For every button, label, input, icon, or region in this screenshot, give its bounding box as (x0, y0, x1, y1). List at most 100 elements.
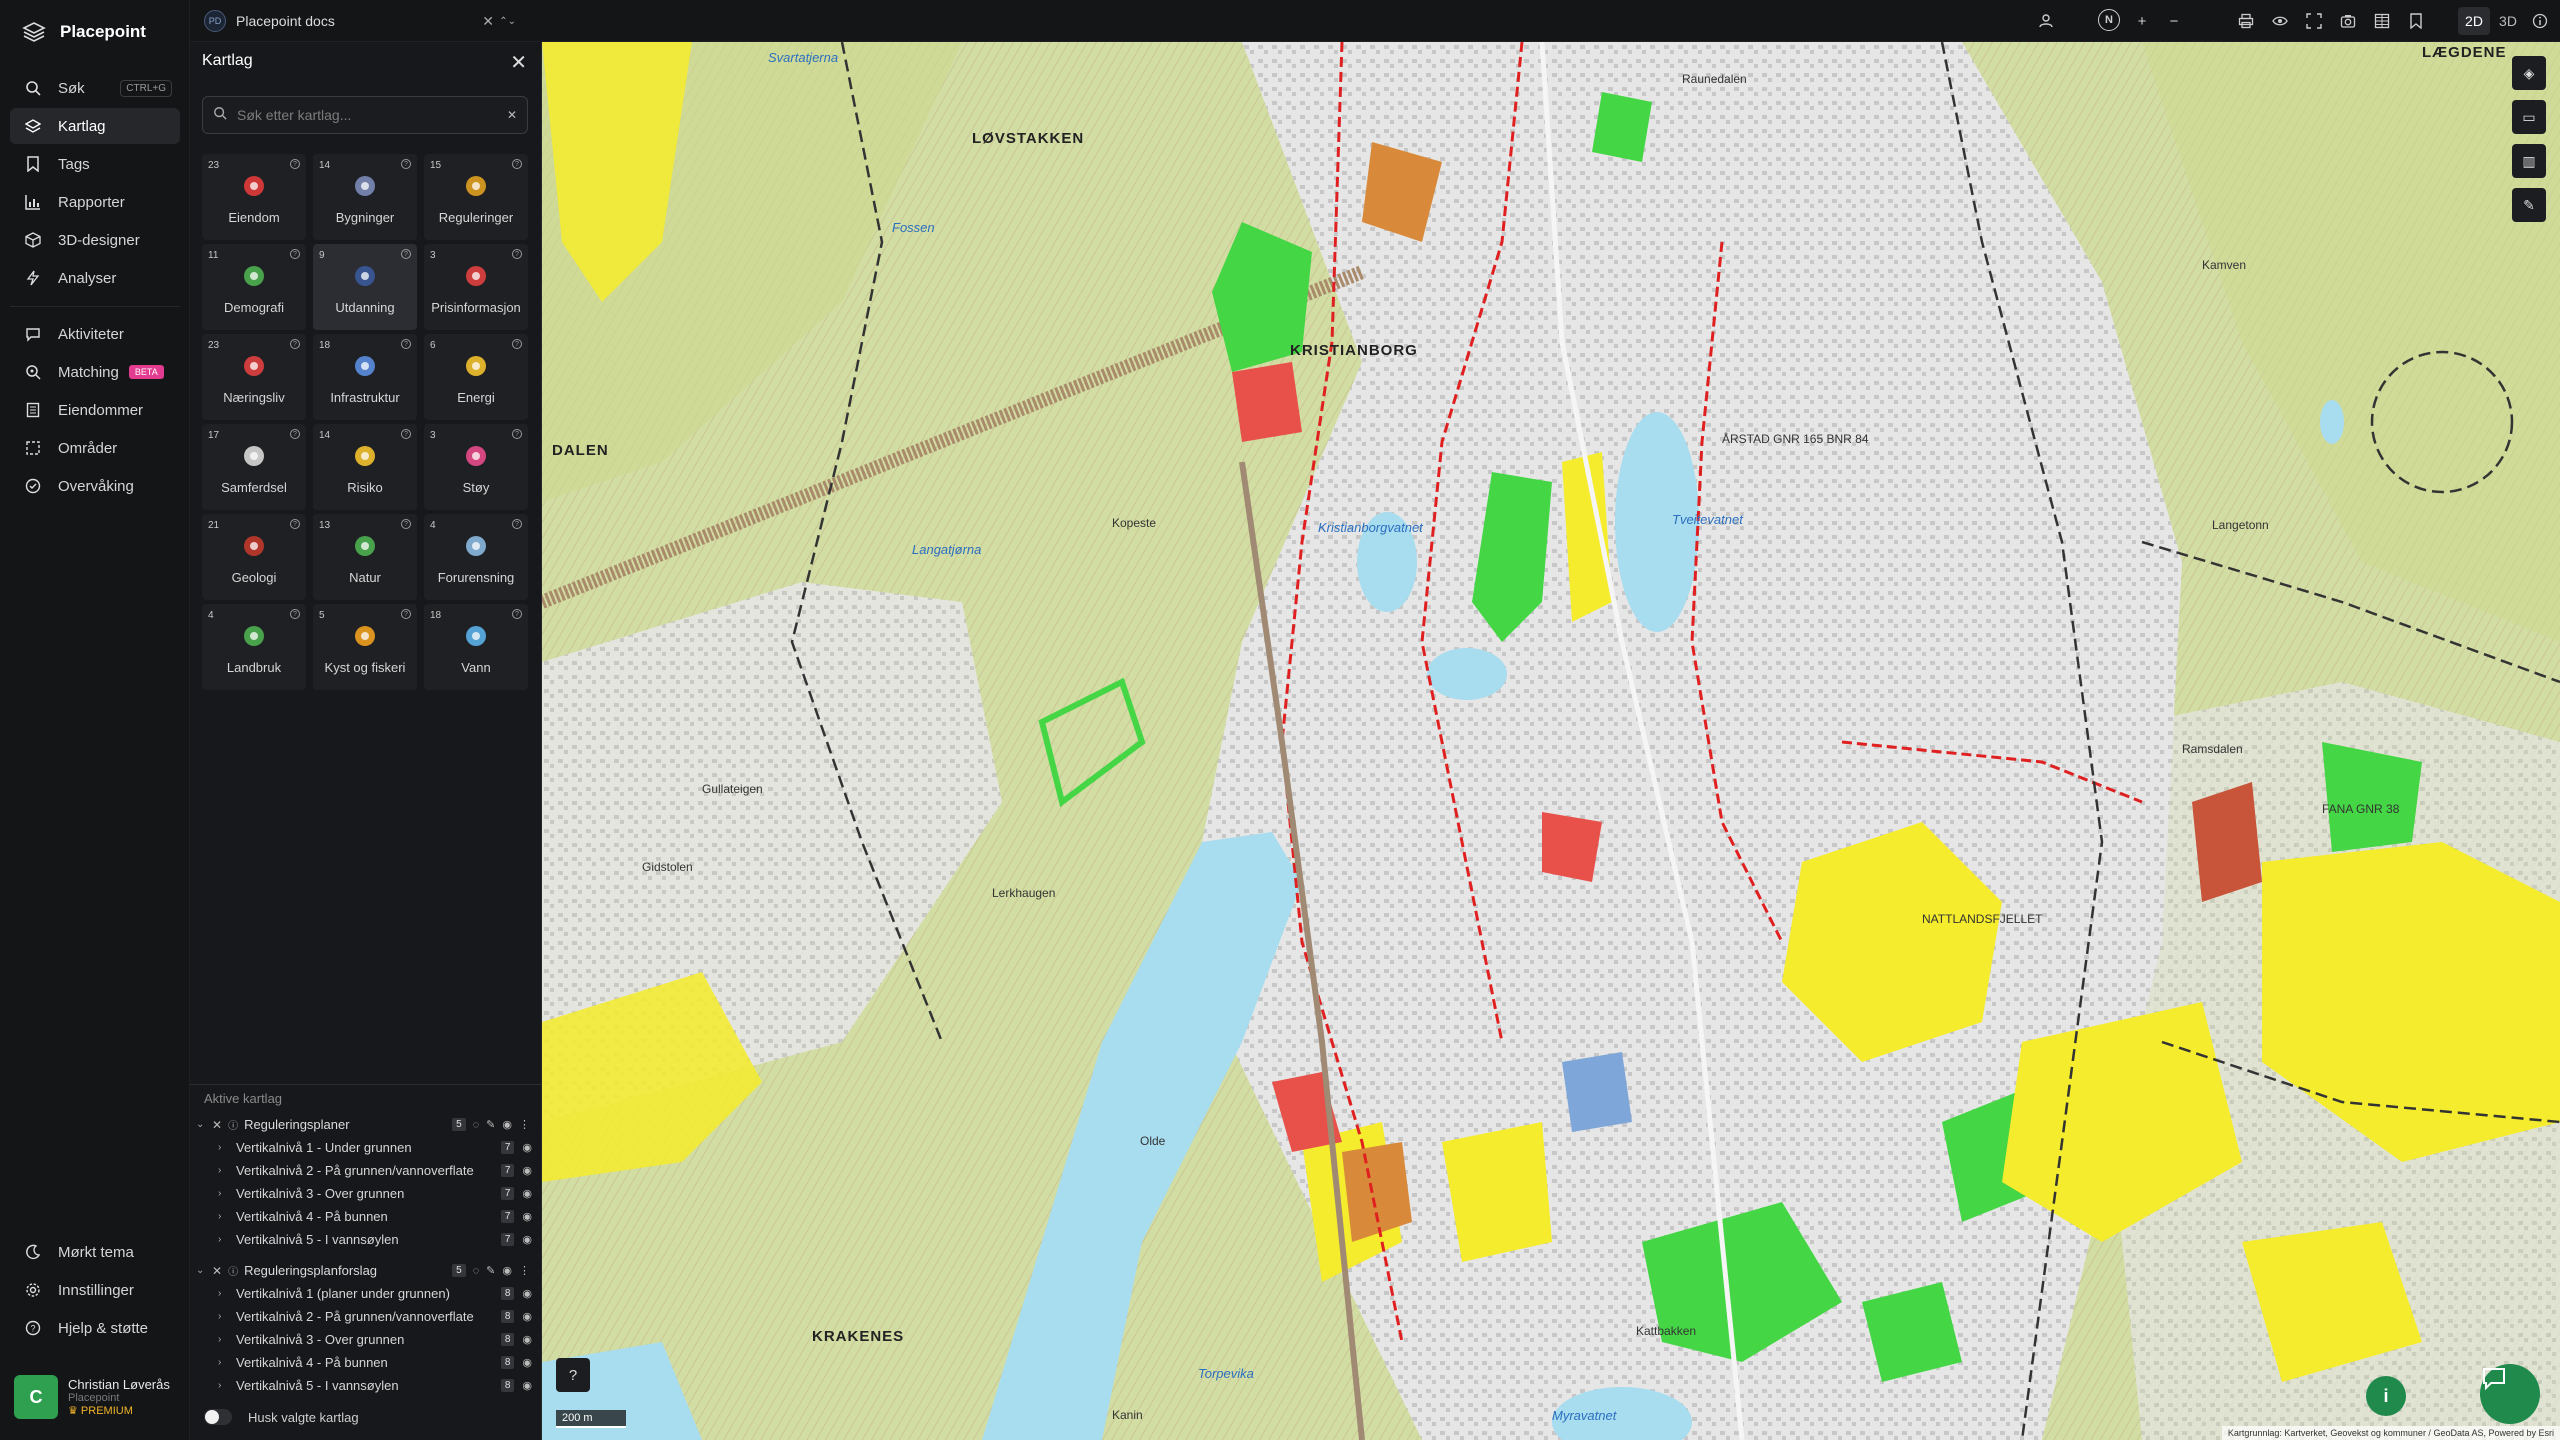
layer-row[interactable]: › Vertikalnivå 4 - På bunnen 7 ◉ (190, 1205, 542, 1228)
info-icon[interactable]: ? (401, 339, 411, 349)
info-icon[interactable]: ? (512, 159, 522, 169)
info-icon[interactable] (2528, 9, 2552, 33)
category-tile-samferdsel[interactable]: 17? Samferdsel (202, 424, 306, 510)
mode-3d-button[interactable]: 3D (2492, 7, 2524, 35)
nav-item-help[interactable]: ? Hjelp & støtte (10, 1310, 180, 1346)
grid-icon[interactable] (2370, 9, 2394, 33)
category-tile-risiko[interactable]: 14? Risiko (313, 424, 417, 510)
category-tile-reguleringer[interactable]: 15? Reguleringer (424, 154, 528, 240)
info-icon[interactable]: ⓘ (228, 1263, 238, 1278)
nav-item-3d-designer[interactable]: 3D-designer (10, 222, 180, 258)
eye-icon[interactable]: ◉ (522, 1164, 532, 1177)
category-tile-vann[interactable]: 18? Vann (424, 604, 528, 690)
remember-toggle[interactable] (204, 1409, 232, 1425)
info-button[interactable]: i (2366, 1376, 2406, 1416)
info-icon[interactable]: ? (290, 519, 300, 529)
category-tile-landbruk[interactable]: 4? Landbruk (202, 604, 306, 690)
chevron-updown-icon[interactable]: ⌃⌄ (499, 16, 516, 27)
more-icon[interactable]: ⋮ (519, 1118, 530, 1131)
category-tile-prisinformasjon[interactable]: 3? Prisinformasjon (424, 244, 528, 330)
legend-icon[interactable]: ? (556, 1358, 590, 1392)
chevron-right-icon[interactable]: › (218, 1211, 228, 1222)
zone-red[interactable] (1542, 812, 1602, 882)
nav-item-eiendommer[interactable]: Eiendommer (10, 392, 180, 428)
info-icon[interactable]: ? (512, 249, 522, 259)
category-tile-næringsliv[interactable]: 23? Næringsliv (202, 334, 306, 420)
layer-row[interactable]: › Vertikalnivå 3 - Over grunnen 7 ◉ (190, 1182, 542, 1205)
layers-toggle-icon[interactable]: ◈ (2512, 56, 2546, 90)
eye-icon[interactable]: ◉ (502, 1118, 512, 1131)
layer-row[interactable]: › Vertikalnivå 1 (planer under grunnen) 8 ◉ (190, 1282, 542, 1305)
filter-icon[interactable]: ◌ (473, 1265, 480, 1277)
info-icon[interactable]: ? (401, 519, 411, 529)
zone-blue[interactable] (1562, 1052, 1632, 1132)
info-icon[interactable]: ? (512, 429, 522, 439)
layer-row[interactable]: › Vertikalnivå 2 - På grunnen/vannoverfla… (190, 1159, 542, 1182)
info-icon[interactable]: ? (290, 339, 300, 349)
layer-row[interactable]: › Vertikalnivå 4 - På bunnen 8 ◉ (190, 1351, 542, 1374)
category-tile-natur[interactable]: 13? Natur (313, 514, 417, 600)
chevron-right-icon[interactable]: › (218, 1380, 228, 1391)
layer-row[interactable]: › Vertikalnivå 3 - Over grunnen 8 ◉ (190, 1328, 542, 1351)
map-view[interactable]: LØVSTAKKEN KRISTIANBORG DALEN KRAKENES L… (542, 42, 2560, 1440)
info-icon[interactable]: ? (401, 159, 411, 169)
category-tile-utdanning[interactable]: 9? Utdanning (313, 244, 417, 330)
eye-icon[interactable]: ◉ (522, 1379, 532, 1392)
edit-icon[interactable]: ✎ (486, 1264, 495, 1277)
chevron-right-icon[interactable]: › (218, 1188, 228, 1199)
chart-icon[interactable]: ▥ (2512, 144, 2546, 178)
clear-search-icon[interactable]: ✕ (507, 108, 517, 122)
print-icon[interactable] (2234, 9, 2258, 33)
nav-item-sok[interactable]: Søk CTRL+G (10, 70, 180, 106)
zone-green[interactable] (1592, 92, 1652, 162)
info-icon[interactable]: ? (290, 159, 300, 169)
fullscreen-icon[interactable] (2302, 9, 2326, 33)
nav-item-kartlag[interactable]: Kartlag (10, 108, 180, 144)
nav-item-overvaking[interactable]: Overvåking (10, 468, 180, 504)
info-icon[interactable]: ? (290, 609, 300, 619)
draw-icon[interactable]: ✎ (2512, 188, 2546, 222)
chevron-right-icon[interactable]: › (218, 1357, 228, 1368)
chevron-right-icon[interactable]: › (218, 1334, 228, 1345)
info-icon[interactable]: ⓘ (228, 1117, 238, 1132)
zone-yellow[interactable] (1442, 1122, 1552, 1262)
nav-item-rapporter[interactable]: Rapporter (10, 184, 180, 220)
nav-item-aktiviteter[interactable]: Aktiviteter (10, 316, 180, 352)
remember-layers[interactable]: Husk valgte kartlag (204, 1409, 359, 1425)
eye-icon[interactable]: ◉ (522, 1141, 532, 1154)
category-tile-geologi[interactable]: 21? Geologi (202, 514, 306, 600)
category-tile-demografi[interactable]: 11? Demografi (202, 244, 306, 330)
chevron-right-icon[interactable]: › (218, 1288, 228, 1299)
category-tile-eiendom[interactable]: 23? Eiendom (202, 154, 306, 240)
eye-icon[interactable] (2268, 9, 2292, 33)
info-icon[interactable]: ? (290, 249, 300, 259)
zoom-out-icon[interactable]: − (2162, 9, 2186, 33)
chevron-right-icon[interactable]: › (218, 1234, 228, 1245)
mode-2d-button[interactable]: 2D (2458, 7, 2490, 35)
nav-item-omrader[interactable]: Områder (10, 430, 180, 466)
layer-search-input[interactable] (237, 107, 497, 123)
layer-row[interactable]: › Vertikalnivå 5 - I vannsøylen 8 ◉ (190, 1374, 542, 1397)
eye-icon[interactable]: ◉ (522, 1210, 532, 1223)
workspace-selector[interactable]: PD Placepoint docs ✕ ⌃⌄ (204, 7, 524, 35)
layer-row[interactable]: › Vertikalnivå 5 - I vannsøylen 7 ◉ (190, 1228, 542, 1251)
info-icon[interactable]: ? (512, 609, 522, 619)
nav-item-dark-theme[interactable]: Mørkt tema (10, 1234, 180, 1270)
close-icon[interactable]: ✕ (510, 50, 527, 75)
layer-group[interactable]: ⌄ ✕ ⓘ Reguleringsplaner 5 ◌ ✎ ◉ ⋮ (190, 1113, 542, 1136)
nav-item-tags[interactable]: Tags (10, 146, 180, 182)
eye-icon[interactable]: ◉ (522, 1356, 532, 1369)
eye-icon[interactable]: ◉ (522, 1333, 532, 1346)
eye-icon[interactable]: ◉ (522, 1187, 532, 1200)
more-icon[interactable]: ⋮ (519, 1264, 530, 1277)
nav-item-matching[interactable]: Matching BETA (10, 354, 180, 390)
category-tile-støy[interactable]: 3? Støy (424, 424, 528, 510)
chevron-down-icon[interactable]: ⌄ (196, 1265, 206, 1276)
ruler-icon[interactable]: ▭ (2512, 100, 2546, 134)
brand[interactable]: Placepoint (22, 20, 146, 44)
remove-icon[interactable]: ✕ (212, 1118, 222, 1132)
filter-icon[interactable]: ◌ (473, 1119, 480, 1131)
chevron-right-icon[interactable]: › (218, 1165, 228, 1176)
eye-icon[interactable]: ◉ (522, 1287, 532, 1300)
user-profile[interactable]: C Christian Løverås Placepoint ♛ PREMIUM (14, 1370, 184, 1424)
